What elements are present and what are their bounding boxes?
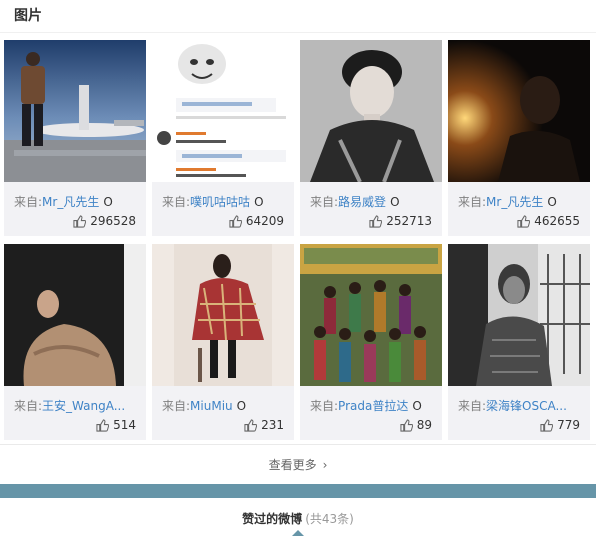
verified-badge: O xyxy=(412,399,422,413)
thumbs-up-icon xyxy=(73,214,87,228)
like-number: 462655 xyxy=(534,214,580,228)
photo-thumbnail[interactable] xyxy=(4,40,146,182)
source-line: 来自:噗叽咕咕咕 O xyxy=(162,193,290,210)
like-number: 779 xyxy=(557,418,580,432)
more-divider xyxy=(0,444,596,445)
verified-badge: O xyxy=(103,195,113,209)
author-link[interactable]: 噗叽咕咕咕 xyxy=(190,195,250,209)
like-number: 252713 xyxy=(386,214,432,228)
active-tab-caret-icon xyxy=(292,530,304,536)
source-prefix: 来自: xyxy=(458,195,487,209)
source-prefix: 来自: xyxy=(162,195,191,209)
liked-weibo-label: 赞过的微博 xyxy=(242,512,303,526)
photo-card[interactable]: 来自:王安_WangA... 514 xyxy=(4,244,146,440)
photo-thumbnail[interactable] xyxy=(152,40,294,182)
author-link[interactable]: MiuMiu xyxy=(190,399,233,413)
source-line: 来自:梁海锋OSCA... xyxy=(458,397,586,414)
source-line: 来自:路易威登 O xyxy=(310,193,438,210)
author-link[interactable]: Mr_凡先生 xyxy=(486,195,543,209)
chevron-right-icon: › xyxy=(322,458,328,472)
like-count[interactable]: 64209 xyxy=(229,214,284,228)
like-count[interactable]: 779 xyxy=(540,418,580,432)
thumbs-up-icon xyxy=(229,214,242,228)
source-prefix: 来自: xyxy=(14,195,43,209)
section-title: 图片 xyxy=(14,8,42,24)
photo-card[interactable]: 来自:Prada普拉达 O 89 xyxy=(300,244,442,440)
photo-thumbnail[interactable] xyxy=(300,244,442,386)
view-more-link[interactable]: 查看更多 › xyxy=(0,456,596,473)
liked-weibo-count: (共43条) xyxy=(305,512,354,526)
like-number: 231 xyxy=(261,418,284,432)
like-count[interactable]: 231 xyxy=(244,418,284,432)
author-link[interactable]: Prada普拉达 xyxy=(338,399,408,413)
author-link[interactable]: 梁海锋OSCA... xyxy=(486,399,567,413)
source-prefix: 来自: xyxy=(310,195,339,209)
section-separator-bar xyxy=(0,484,596,498)
source-line: 来自:Mr_凡先生 O xyxy=(458,193,586,210)
thumbs-up-icon xyxy=(540,418,554,432)
verified-badge: O xyxy=(390,195,400,209)
view-more-label: 查看更多 xyxy=(268,458,317,472)
photo-card[interactable]: 来自:MiuMiu O 231 xyxy=(152,244,294,440)
author-link[interactable]: Mr_凡先生 xyxy=(42,195,99,209)
source-prefix: 来自: xyxy=(162,399,191,413)
photo-card[interactable]: 来自:Mr_凡先生 O 462655 xyxy=(448,40,590,236)
like-count[interactable]: 296528 xyxy=(73,214,136,228)
source-line: 来自:王安_WangA... xyxy=(14,397,142,414)
like-number: 514 xyxy=(113,418,136,432)
author-link[interactable]: 王安_WangA... xyxy=(42,399,125,413)
thumbs-up-icon xyxy=(96,418,110,432)
photo-thumbnail[interactable] xyxy=(152,244,294,386)
verified-badge: O xyxy=(254,195,264,209)
like-count[interactable]: 514 xyxy=(96,418,136,432)
like-count[interactable]: 462655 xyxy=(517,214,580,228)
photo-thumbnail[interactable] xyxy=(300,40,442,182)
thumbs-up-icon xyxy=(244,418,258,432)
like-number: 64209 xyxy=(245,214,284,228)
photo-card[interactable]: 来自:路易威登 O 252713 xyxy=(300,40,442,236)
title-divider xyxy=(0,32,596,33)
liked-weibo-tab[interactable]: 赞过的微博 (共43条) xyxy=(0,510,596,527)
like-count[interactable]: 252713 xyxy=(369,214,432,228)
source-line: 来自:Mr_凡先生 O xyxy=(14,193,142,210)
thumbs-up-icon xyxy=(517,214,531,228)
source-prefix: 来自: xyxy=(310,399,339,413)
photo-thumbnail[interactable] xyxy=(4,244,146,386)
like-number: 296528 xyxy=(90,214,136,228)
photo-thumbnail[interactable] xyxy=(448,244,590,386)
source-prefix: 来自: xyxy=(14,399,43,413)
photo-card[interactable]: 来自:噗叽咕咕咕 O 64209 xyxy=(152,40,294,236)
photo-card[interactable]: 来自:Mr_凡先生 O 296528 xyxy=(4,40,146,236)
verified-badge: O xyxy=(547,195,557,209)
thumbs-up-icon xyxy=(400,418,413,432)
source-line: 来自:Prada普拉达 O xyxy=(310,397,438,414)
source-line: 来自:MiuMiu O xyxy=(162,397,290,414)
photo-thumbnail[interactable] xyxy=(448,40,590,182)
like-number: 89 xyxy=(416,418,432,432)
photo-card[interactable]: 来自:梁海锋OSCA... 779 xyxy=(448,244,590,440)
verified-badge: O xyxy=(236,399,247,413)
author-link[interactable]: 路易威登 xyxy=(338,195,386,209)
thumbs-up-icon xyxy=(369,214,383,228)
source-prefix: 来自: xyxy=(458,399,487,413)
like-count[interactable]: 89 xyxy=(400,418,432,432)
